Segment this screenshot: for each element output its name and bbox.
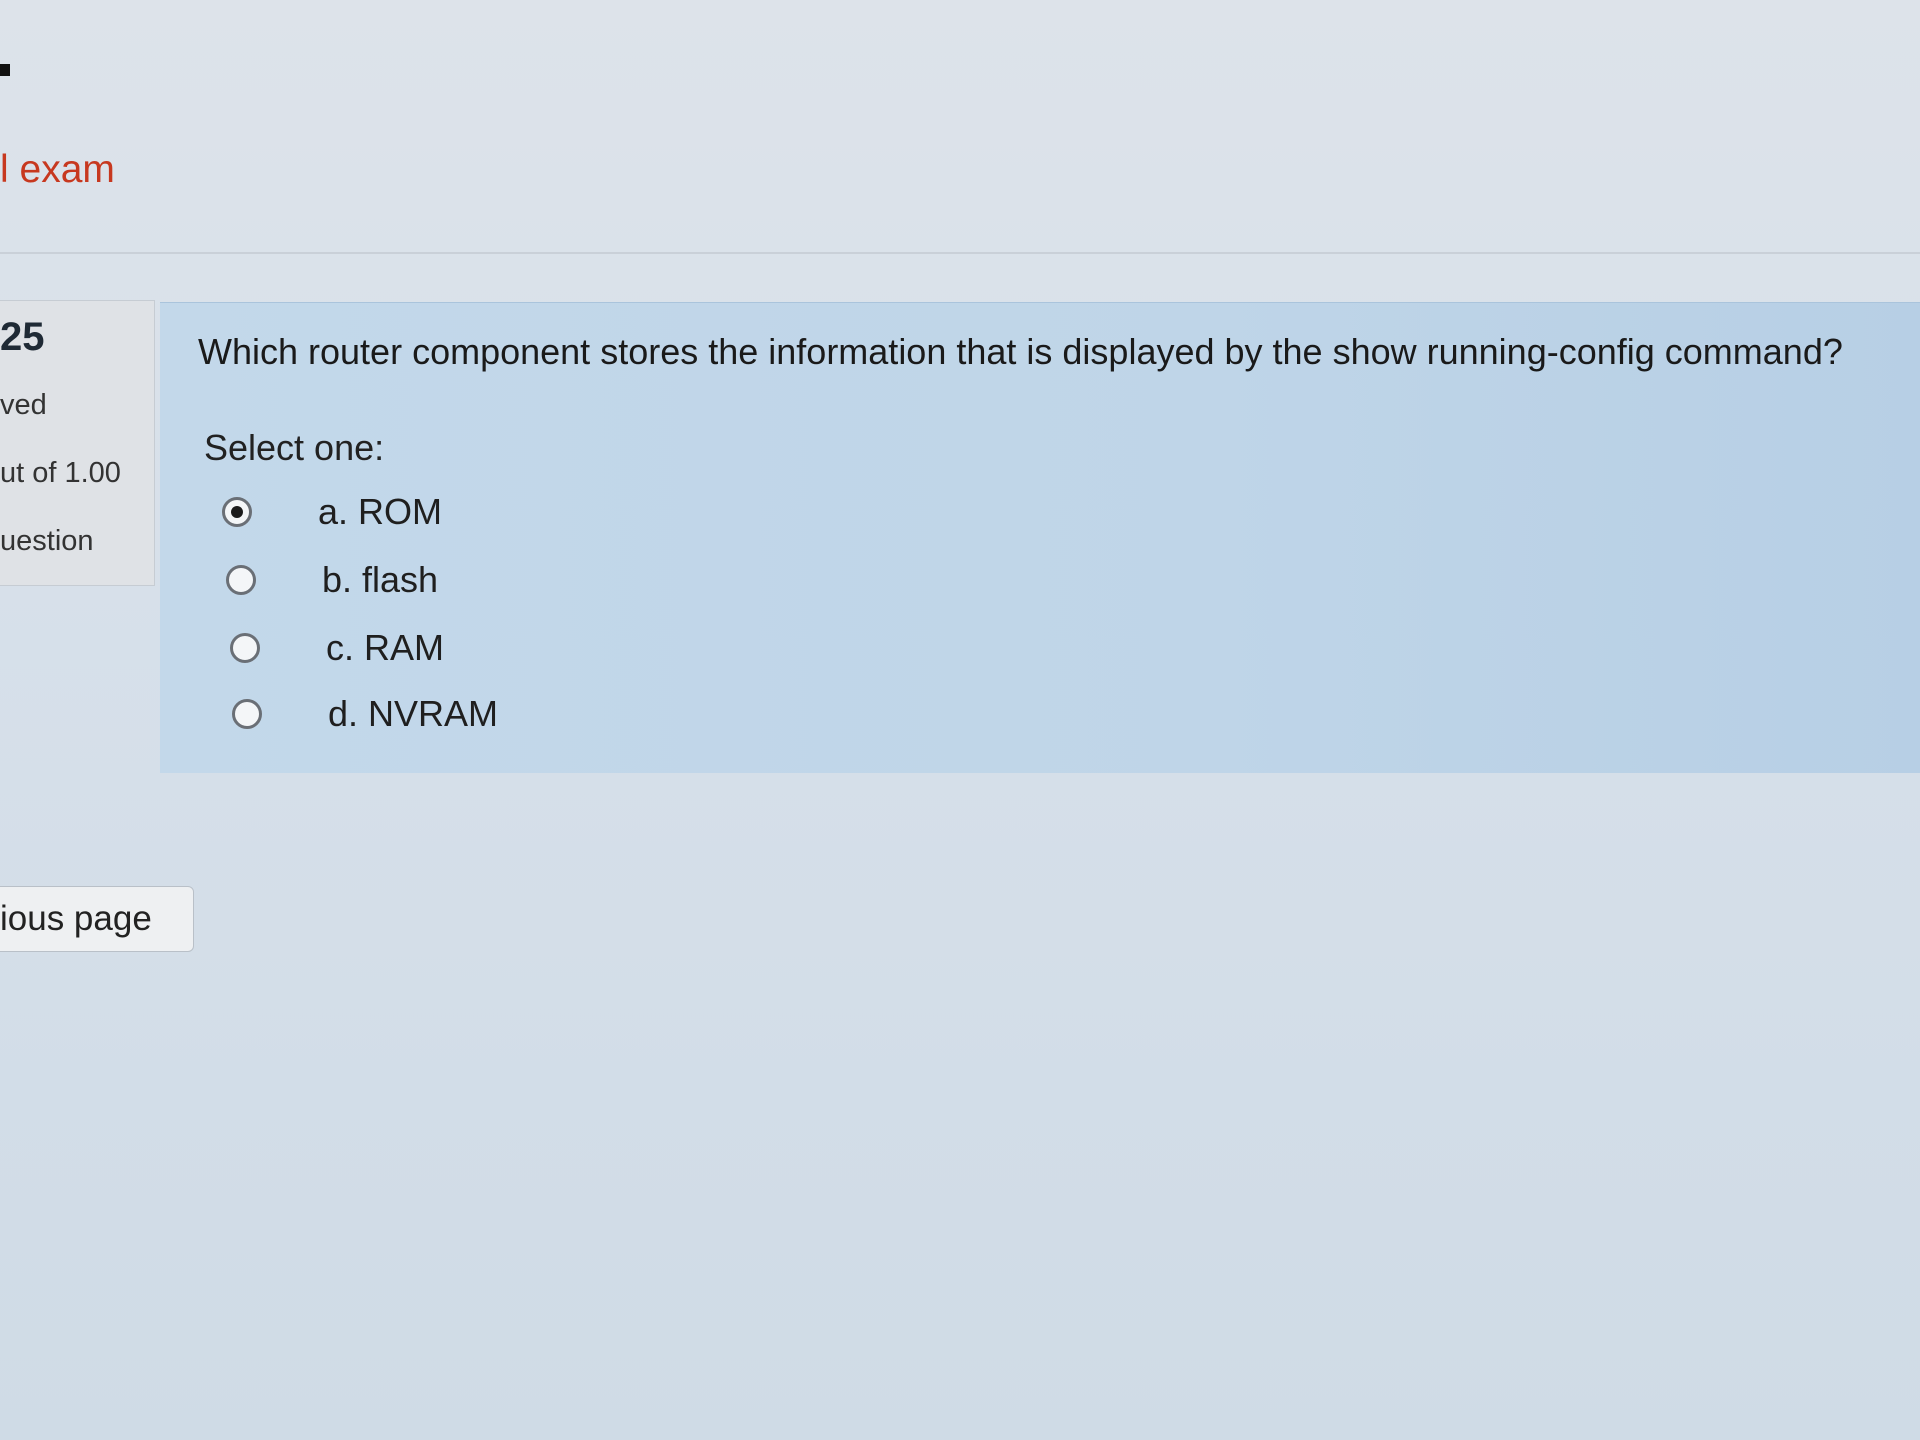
question-text: Which router component stores the inform…	[198, 331, 1843, 372]
radio-button[interactable]	[232, 699, 262, 729]
exam-title-link[interactable]: l exam	[0, 148, 115, 192]
option-label: a. ROM	[318, 491, 443, 532]
previous-page-button[interactable]: ious page	[0, 886, 194, 952]
title-divider	[0, 252, 1920, 254]
option-label: d. NVRAM	[328, 693, 499, 734]
select-prompt: Select one:	[204, 427, 385, 468]
question-marks: ut of 1.00	[0, 457, 121, 489]
answer-option-d[interactable]: d. NVRAM	[232, 689, 498, 739]
radio-button[interactable]	[230, 633, 260, 663]
question-panel: Which router component stores the inform…	[160, 302, 1920, 773]
radio-button[interactable]	[226, 565, 256, 595]
page-marker	[0, 64, 10, 76]
flag-question-link[interactable]: uestion	[0, 525, 94, 558]
answer-option-c[interactable]: c. RAM	[230, 623, 444, 673]
question-info-box: 25 ved ut of 1.00 uestion	[0, 300, 155, 586]
option-label: c. RAM	[326, 627, 445, 668]
answer-option-a[interactable]: a. ROM	[222, 487, 442, 537]
question-status: ved	[0, 389, 47, 421]
answer-option-b[interactable]: b. flash	[226, 555, 438, 605]
option-label: b. flash	[322, 559, 439, 600]
radio-button-selected[interactable]	[222, 497, 252, 527]
question-number: 25	[0, 315, 45, 359]
